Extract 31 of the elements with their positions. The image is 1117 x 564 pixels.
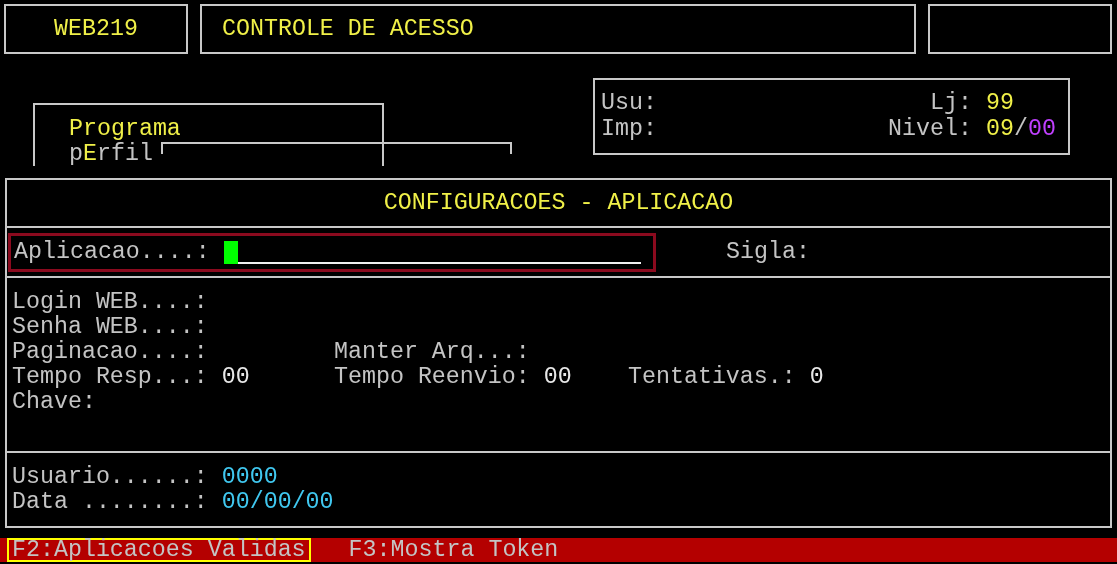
field-label: Tempo Reenvio: <box>334 365 530 390</box>
field-label: Senha WEB....: <box>12 315 208 340</box>
level-value: 09/00 <box>986 116 1057 142</box>
field-label: Tempo Resp...: <box>12 365 208 390</box>
field-value: 0 <box>809 365 824 390</box>
sigla-label: Sigla: <box>726 239 810 265</box>
level-label: Nivel: <box>888 116 972 142</box>
field-label: Manter Arq...: <box>334 340 530 365</box>
field-label: Tentativas.: <box>628 365 796 390</box>
field-label: Paginacao....: <box>12 340 208 365</box>
field-label: Login WEB....: <box>12 290 208 315</box>
store-value: 99 <box>986 91 1015 117</box>
function-key[interactable]: F3:Mostra Token <box>343 538 564 562</box>
user-label: Usu: <box>601 91 658 117</box>
function-key[interactable]: F2:Aplicacoes Validas <box>7 538 311 562</box>
application-field[interactable]: Aplicacao....: <box>8 232 656 272</box>
field-label: Chave: <box>12 390 96 415</box>
screen-title: CONTROLE DE ACESSO <box>222 16 474 42</box>
printer-label: Imp: <box>601 116 658 142</box>
tab[interactable]: pErfil <box>69 142 153 167</box>
panel-title: CONFIGURACOES - APLICACAO <box>383 190 734 216</box>
field-value: 00 <box>543 365 572 390</box>
store-label: Lj: <box>929 91 972 117</box>
audit-value: 00/00/00 <box>221 490 334 515</box>
audit-value: 0000 <box>221 465 278 490</box>
field-value: 00 <box>221 365 250 390</box>
audit-label: Data ........: <box>12 490 208 515</box>
tab[interactable]: Programa <box>69 117 181 142</box>
program-code: WEB219 <box>54 16 138 42</box>
field-label: Aplicacao....: <box>14 239 210 265</box>
audit-label: Usuario......: <box>12 465 208 490</box>
